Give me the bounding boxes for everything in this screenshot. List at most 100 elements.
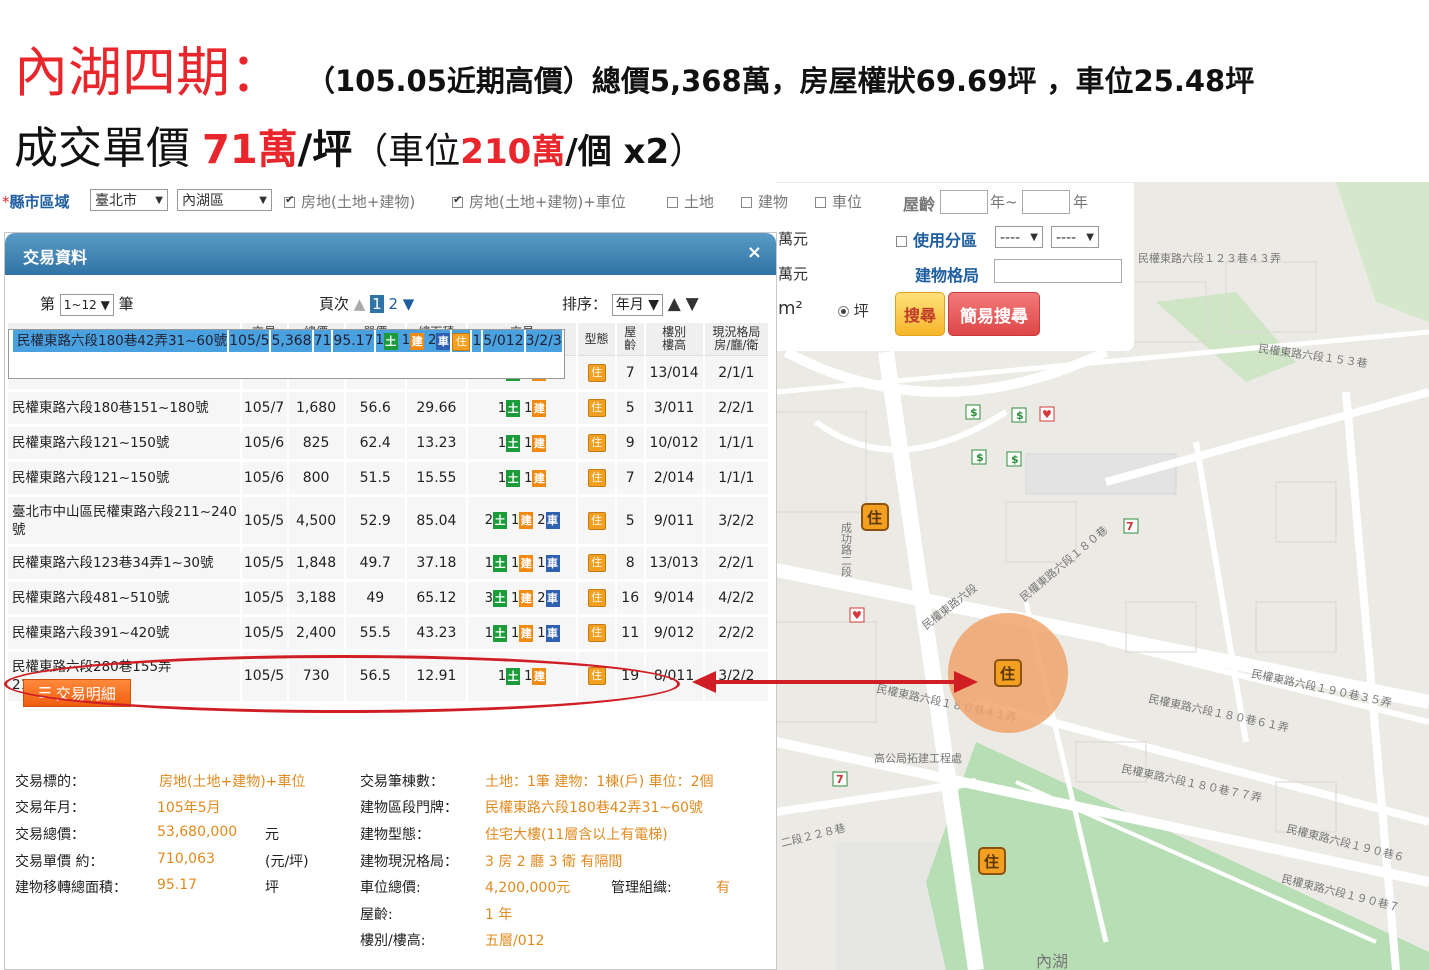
column-header[interactable]: 現況格局 房/廳/衛 (703, 323, 771, 356)
residence-type-icon: 住 (587, 363, 606, 382)
table-row[interactable]: 民權東路六段180巷151~180號 105/7 1,680 56.6 29.66 1 土 1… (8, 390, 771, 427)
svg-text:$: $ (1011, 453, 1019, 466)
page-prev-icon[interactable]: ▲ (354, 295, 366, 313)
land-badge-icon: 土 (506, 667, 521, 685)
detail-label: 建物區段門牌： (360, 800, 458, 816)
cell-layout: 2/2/1 (703, 545, 771, 582)
building-badge-icon: 建 (532, 399, 547, 417)
record-range-select[interactable]: 1~12 ▼ (59, 293, 114, 316)
cell-total: 5,368 (270, 330, 314, 355)
cell-age: 5 (615, 390, 646, 427)
cell-ym: 105/6 (240, 425, 289, 462)
transaction-detail-button[interactable]: ☰ 交易明細 (23, 679, 131, 707)
cell-floor: 10/012 (644, 425, 705, 462)
land-count: 1 (375, 333, 384, 348)
parking-price: 210萬 (460, 132, 566, 172)
checkbox[interactable] (815, 197, 826, 208)
building-count: 1 (510, 625, 520, 641)
type-option-land[interactable]: 土地 (667, 191, 714, 212)
svg-text:$: $ (976, 451, 984, 464)
cell-age: 16 (615, 580, 646, 617)
cell-floor: 8/011 (644, 652, 705, 704)
cell-area: 13.23 (405, 425, 469, 462)
zoning-select-1[interactable]: ---- ▼ (995, 226, 1043, 248)
land-badge-icon: 土 (492, 589, 507, 607)
table-row[interactable]: 民權東路六段121~150號 105/6 800 51.5 15.55 1 土 1 建住 7 2/0… (8, 460, 771, 497)
zoning-select-2[interactable]: ---- ▼ (1051, 226, 1099, 248)
svg-text:♥: ♥ (852, 609, 862, 622)
checkbox[interactable] (741, 197, 752, 208)
table-row[interactable]: 民權東路六段481~510號 105/5 3,188 49 65.12 3 土 1 建 2 車住 16… (8, 580, 771, 617)
column-header[interactable]: 型態 (577, 323, 617, 356)
street-label: 民權東路六段１２３巷４３弄 (1138, 251, 1281, 265)
checkbox-checked[interactable] (452, 193, 463, 208)
search-button[interactable]: 搜尋 (895, 292, 945, 336)
street-label: 內湖 (1036, 952, 1068, 970)
age-min-input[interactable] (940, 190, 988, 214)
district-select[interactable]: 內湖區 ▼ (177, 189, 272, 211)
detail-unit: (元/坪) (265, 854, 309, 870)
cell-counts: 1土1建 (467, 425, 579, 462)
cell-unit: 55.5 (344, 615, 407, 652)
cell-type: 住 (577, 390, 617, 427)
list-icon: ☰ (38, 684, 52, 702)
residence-type-icon: 住 (587, 399, 606, 417)
building-badge-icon: 建 (519, 554, 534, 572)
table-row[interactable]: 民權東路六段123巷34弄1~30號 105/5 1,848 49.7 37.18 1 土 1… (8, 545, 771, 582)
cell-type: 住 (577, 460, 617, 497)
easy-search-button[interactable]: 簡易搜尋 (948, 292, 1040, 336)
detail-label: 樓別/樓高: (360, 933, 426, 949)
building-count: 1 (510, 555, 520, 571)
column-header[interactable]: 屋 齡 (615, 323, 646, 356)
cell-counts: 1土1建 (467, 390, 579, 427)
close-icon[interactable]: × (747, 242, 762, 263)
building-count: 1 (524, 668, 533, 684)
type-option-building[interactable]: 建物 (741, 191, 788, 212)
parking-badge-icon: 車 (545, 512, 560, 529)
residence-type-icon: 住 (587, 624, 606, 642)
cell-layout: 1/1/1 (703, 460, 771, 497)
page-2-link[interactable]: 2 (388, 295, 398, 313)
checkbox[interactable] (667, 197, 678, 208)
cell-unit: 52.9 (344, 495, 407, 547)
residence-type-icon: 住 (587, 589, 606, 607)
table-row[interactable]: 臺北市中山區民權東路六段211~240號 105/5 4,500 52.9 85.04 2… (8, 495, 771, 547)
building-count: 1 (524, 435, 533, 451)
zoning-option[interactable]: 使用分區 (896, 227, 977, 251)
radio-selected[interactable] (838, 306, 849, 317)
sort-select[interactable]: 年月 ▼ (611, 293, 664, 316)
cell-unit: 62.4 (344, 425, 407, 462)
building-count: 1 (510, 513, 520, 528)
column-header[interactable]: 樓別 樓高 (644, 323, 705, 356)
table-row[interactable]: 民權東路六段121~150號 105/6 825 62.4 13.23 1 土 1 建住 9 10/… (8, 425, 771, 462)
cell-floor: 9/012 (644, 615, 705, 652)
city-select[interactable]: 臺北市 ▼ (90, 189, 168, 211)
cell-counts: 3土1建2車 (467, 580, 579, 617)
page-next-icon[interactable]: ▼ (403, 295, 415, 313)
parking-badge-icon: 車 (545, 554, 560, 572)
checkbox-checked[interactable] (284, 193, 295, 208)
cell-type: 住 (577, 545, 617, 582)
parking-count: 2 (537, 590, 546, 606)
search-bar: *縣市區域 臺北市▼ 內湖區▼ 房地(土地+建物) 房地(土地+建物)+車位 土… (0, 183, 1134, 221)
area-unit-ping-option[interactable]: 坪 (838, 300, 869, 321)
cell-addr: 民權東路六段391~420號 (8, 615, 242, 652)
type-option-land-building[interactable]: 房地(土地+建物) (284, 191, 415, 212)
age-max-input[interactable] (1022, 190, 1070, 214)
layout-input[interactable] (994, 259, 1122, 283)
unit-price-per: /坪 (297, 127, 353, 173)
cell-total: 1,680 (287, 390, 346, 427)
price-unit: 萬元 (778, 230, 809, 248)
sort-asc-icon[interactable]: ▲ (668, 294, 681, 314)
page-current[interactable]: 1 (370, 295, 384, 313)
table-row[interactable]: 民權東路六段391~420號 105/5 2,400 55.5 43.23 1 土 1 建 1 車住… (8, 615, 771, 652)
cell-ym: 105/5 (228, 330, 272, 355)
type-option-parking[interactable]: 車位 (815, 191, 862, 212)
area-unit-m2-option[interactable]: m² (778, 298, 803, 319)
land-badge-icon: 土 (506, 469, 521, 487)
sort-desc-icon[interactable]: ▼ (686, 294, 699, 314)
checkbox[interactable] (896, 236, 907, 247)
type-option-land-building-parking[interactable]: 房地(土地+建物)+車位 (452, 191, 626, 212)
cell-layout: 3/2/2 (703, 495, 771, 547)
table-row[interactable]: 民權東路六段180巷42弄31~60號 105/5 5,368 71 95.17 1 土 1 建… (8, 329, 565, 379)
